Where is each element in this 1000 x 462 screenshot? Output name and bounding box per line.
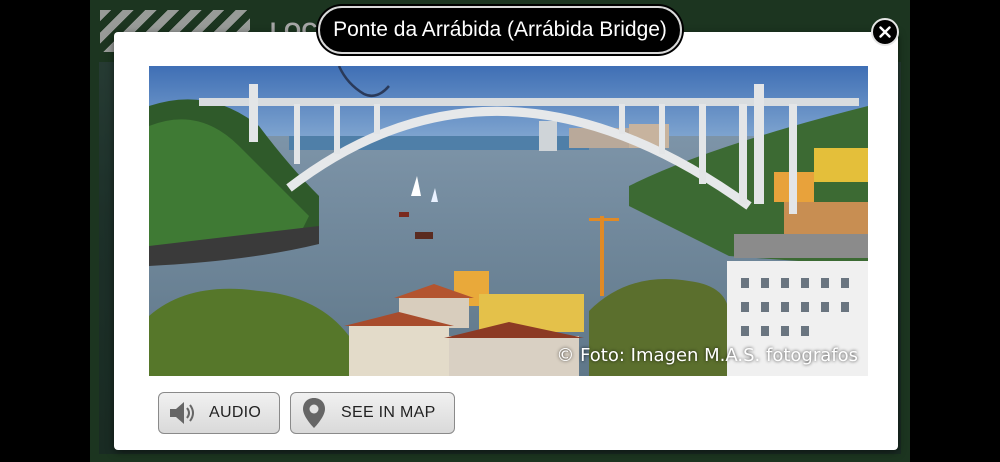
modal-title: Ponte da Arrábida (Arrábida Bridge) bbox=[333, 18, 667, 41]
audio-button[interactable]: AUDIO bbox=[158, 392, 280, 434]
photo-credit: © Foto: Imagen M.A.S. fotografos bbox=[556, 345, 858, 366]
close-button[interactable] bbox=[871, 18, 899, 46]
speaker-icon bbox=[165, 396, 199, 430]
close-icon bbox=[879, 26, 891, 38]
modal-title-pill: Ponte da Arrábida (Arrábida Bridge) bbox=[318, 6, 682, 54]
bridge-photo: © Foto: Imagen M.A.S. fotografos bbox=[149, 66, 868, 376]
see-in-map-button[interactable]: SEE IN MAP bbox=[290, 392, 455, 434]
map-pin-icon bbox=[297, 396, 331, 430]
audio-button-label: AUDIO bbox=[209, 404, 262, 421]
see-in-map-label: SEE IN MAP bbox=[341, 404, 436, 421]
bridge-photo-illustration bbox=[149, 66, 868, 376]
